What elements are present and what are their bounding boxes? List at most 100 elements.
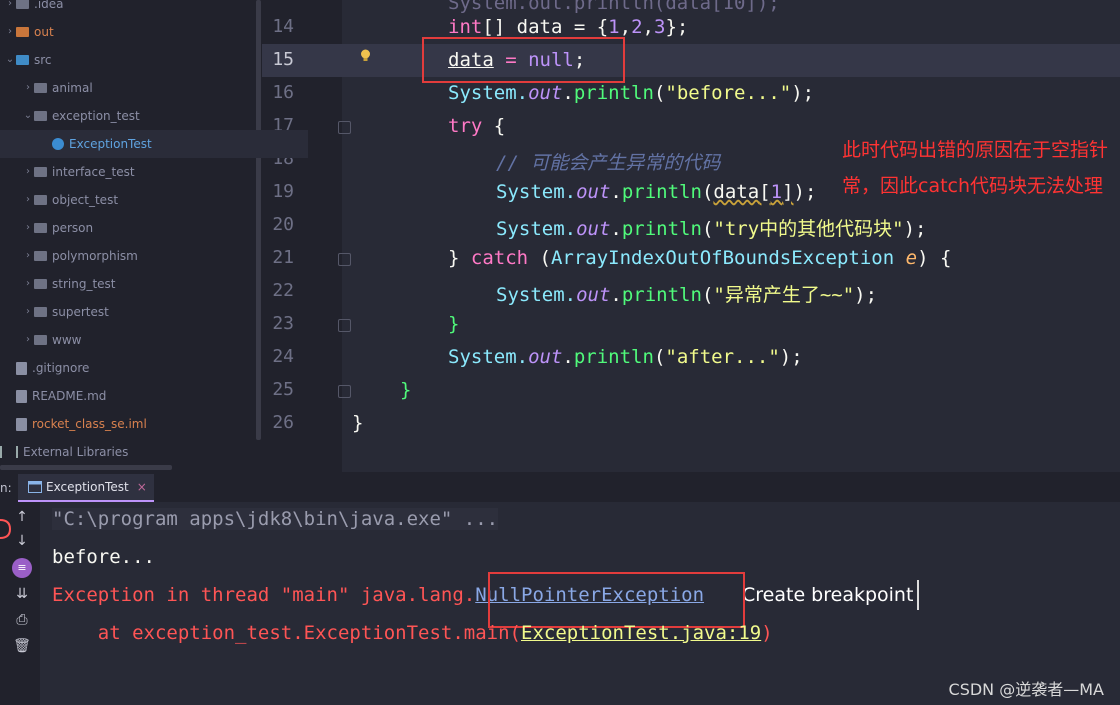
line-number[interactable]: 21 [262, 247, 294, 268]
tree-item[interactable]: › polymorphism [22, 242, 138, 270]
print-icon[interactable]: ⎙ [12, 610, 32, 630]
trash-icon[interactable]: 🗑 [12, 636, 32, 656]
fold-marker-icon[interactable] [338, 385, 351, 398]
sidebar-scrollbar[interactable] [256, 0, 261, 440]
line-number[interactable]: 19 [262, 181, 294, 202]
class-ref: System. [496, 284, 577, 306]
console-output-before: before... [52, 546, 155, 568]
fold-marker-icon[interactable] [338, 319, 351, 332]
code-text: , [619, 16, 632, 38]
chevron-icon[interactable]: › [22, 186, 34, 214]
tree-item-label: src [34, 53, 52, 67]
code-text: ); [793, 181, 817, 203]
folder-icon [16, 27, 29, 37]
tab-label: ExceptionTest [46, 480, 129, 494]
java-class-icon [52, 138, 64, 150]
tree-item-label: string_test [52, 277, 116, 291]
chevron-icon[interactable]: › [22, 298, 34, 326]
code-line-19[interactable]: System.out.println(data[1]); [496, 181, 816, 203]
source-location-link[interactable]: ExceptionTest.java:19 [521, 622, 761, 644]
code-line-13-partial: System.out.println(data[10]); [448, 0, 780, 14]
tree-item-label: rocket_class_se.iml [32, 417, 147, 431]
code-line-26[interactable]: } [352, 412, 363, 434]
line-number[interactable]: 16 [262, 82, 294, 103]
code-text: . [610, 218, 622, 240]
fold-marker-icon[interactable] [338, 253, 351, 266]
code-line-25[interactable]: } [400, 379, 411, 401]
close-icon[interactable]: × [137, 480, 147, 494]
chevron-icon[interactable]: › [22, 242, 34, 270]
chevron-icon[interactable]: › [22, 270, 34, 298]
tree-item[interactable]: ⌄ exception_test [22, 102, 140, 130]
line-number[interactable]: 23 [262, 313, 294, 334]
code-line-20[interactable]: System.out.println("try中的其他代码块"); [496, 214, 926, 241]
console-stacktrace-line: at exception_test.ExceptionTest.main(Exc… [52, 622, 773, 644]
method-call: println [573, 346, 654, 368]
code-text: . [562, 82, 574, 104]
tree-item[interactable]: rocket_class_se.iml [4, 410, 147, 438]
code-line-23[interactable]: } [448, 313, 459, 335]
code-text: ( [701, 284, 714, 306]
arrow-down-icon[interactable]: ↓ [12, 531, 32, 551]
tree-item[interactable]: › .idea [4, 0, 64, 18]
annotation-line-1: 此时代码出错的原因在于空指针 [842, 139, 1109, 161]
tree-item-label: animal [52, 81, 93, 95]
chevron-icon[interactable]: › [22, 326, 34, 354]
code-text: } [448, 313, 460, 335]
tree-item-label: README.md [32, 389, 107, 403]
line-number[interactable]: 25 [262, 379, 294, 400]
chevron-icon[interactable]: › [4, 18, 16, 46]
string-literal: "try中的其他代码块" [713, 218, 904, 240]
folder-icon [34, 251, 47, 261]
scroll-to-end-icon[interactable]: ⇊ [12, 584, 32, 604]
code-line-22[interactable]: System.out.println("异常产生了~~"); [496, 280, 877, 307]
code-text: ( [528, 247, 551, 269]
code-text: . [610, 284, 622, 306]
soft-wrap-icon[interactable]: ≡ [12, 558, 32, 578]
tree-item[interactable]: › object_test [22, 186, 118, 214]
tree-item[interactable]: ⌄ src [4, 46, 52, 74]
line-number[interactable]: 26 [262, 412, 294, 433]
line-number[interactable]: 20 [262, 214, 294, 235]
chevron-icon[interactable]: › [22, 158, 34, 186]
exception-text: Exception in thread "main" java.lang. [52, 584, 476, 606]
code-line-14[interactable]: int[] data = {1,2,3}; [448, 16, 688, 38]
chevron-icon[interactable]: ⌄ [22, 102, 34, 130]
tree-item[interactable]: › string_test [22, 270, 116, 298]
tree-item[interactable]: › www [22, 326, 81, 354]
chevron-icon[interactable]: › [4, 0, 16, 18]
tree-item[interactable]: › out [4, 18, 54, 46]
chevron-icon[interactable]: ⌄ [4, 46, 16, 74]
code-line-17[interactable]: try { [448, 115, 505, 137]
code-line-21[interactable]: } catch (ArrayIndexOutOfBoundsException … [448, 247, 951, 269]
line-number[interactable]: 15 [262, 49, 294, 70]
tree-item[interactable]: › supertest [22, 298, 109, 326]
fold-marker-icon[interactable] [338, 121, 351, 134]
chevron-icon[interactable]: › [22, 74, 34, 102]
lightbulb-icon[interactable] [360, 49, 371, 63]
tree-item[interactable]: .gitignore [4, 354, 89, 382]
code-line-24[interactable]: System.out.println("after..."); [448, 346, 803, 368]
annotation-line-2: 常，因此catch代码块无法处理 [842, 175, 1104, 197]
tree-item[interactable]: ExceptionTest [0, 130, 308, 158]
tab-exception-test[interactable]: ExceptionTest × [18, 474, 154, 502]
tree-item[interactable]: External Libraries [0, 438, 128, 466]
string-literal: "异常产生了~~" [713, 284, 855, 306]
keyword: int [448, 16, 483, 38]
code-line-18[interactable]: // 可能会产生异常的代码 [496, 148, 720, 175]
code-text: ( [701, 181, 714, 203]
folder-icon [34, 307, 47, 317]
tree-item[interactable]: › person [22, 214, 93, 242]
tree-item[interactable]: › interface_test [22, 158, 135, 186]
line-number[interactable]: 24 [262, 346, 294, 367]
tree-item[interactable]: › animal [22, 74, 93, 102]
create-breakpoint-tooltip[interactable]: Create breakpoint [742, 580, 920, 610]
line-number[interactable]: 14 [262, 16, 294, 37]
code-line-16[interactable]: System.out.println("before..."); [448, 82, 814, 104]
field-ref: out [576, 181, 611, 203]
folder-icon [34, 223, 47, 233]
line-number[interactable]: 22 [262, 280, 294, 301]
arrow-up-icon[interactable]: ↑ [12, 507, 32, 527]
tree-item[interactable]: README.md [4, 382, 106, 410]
chevron-icon[interactable]: › [22, 214, 34, 242]
